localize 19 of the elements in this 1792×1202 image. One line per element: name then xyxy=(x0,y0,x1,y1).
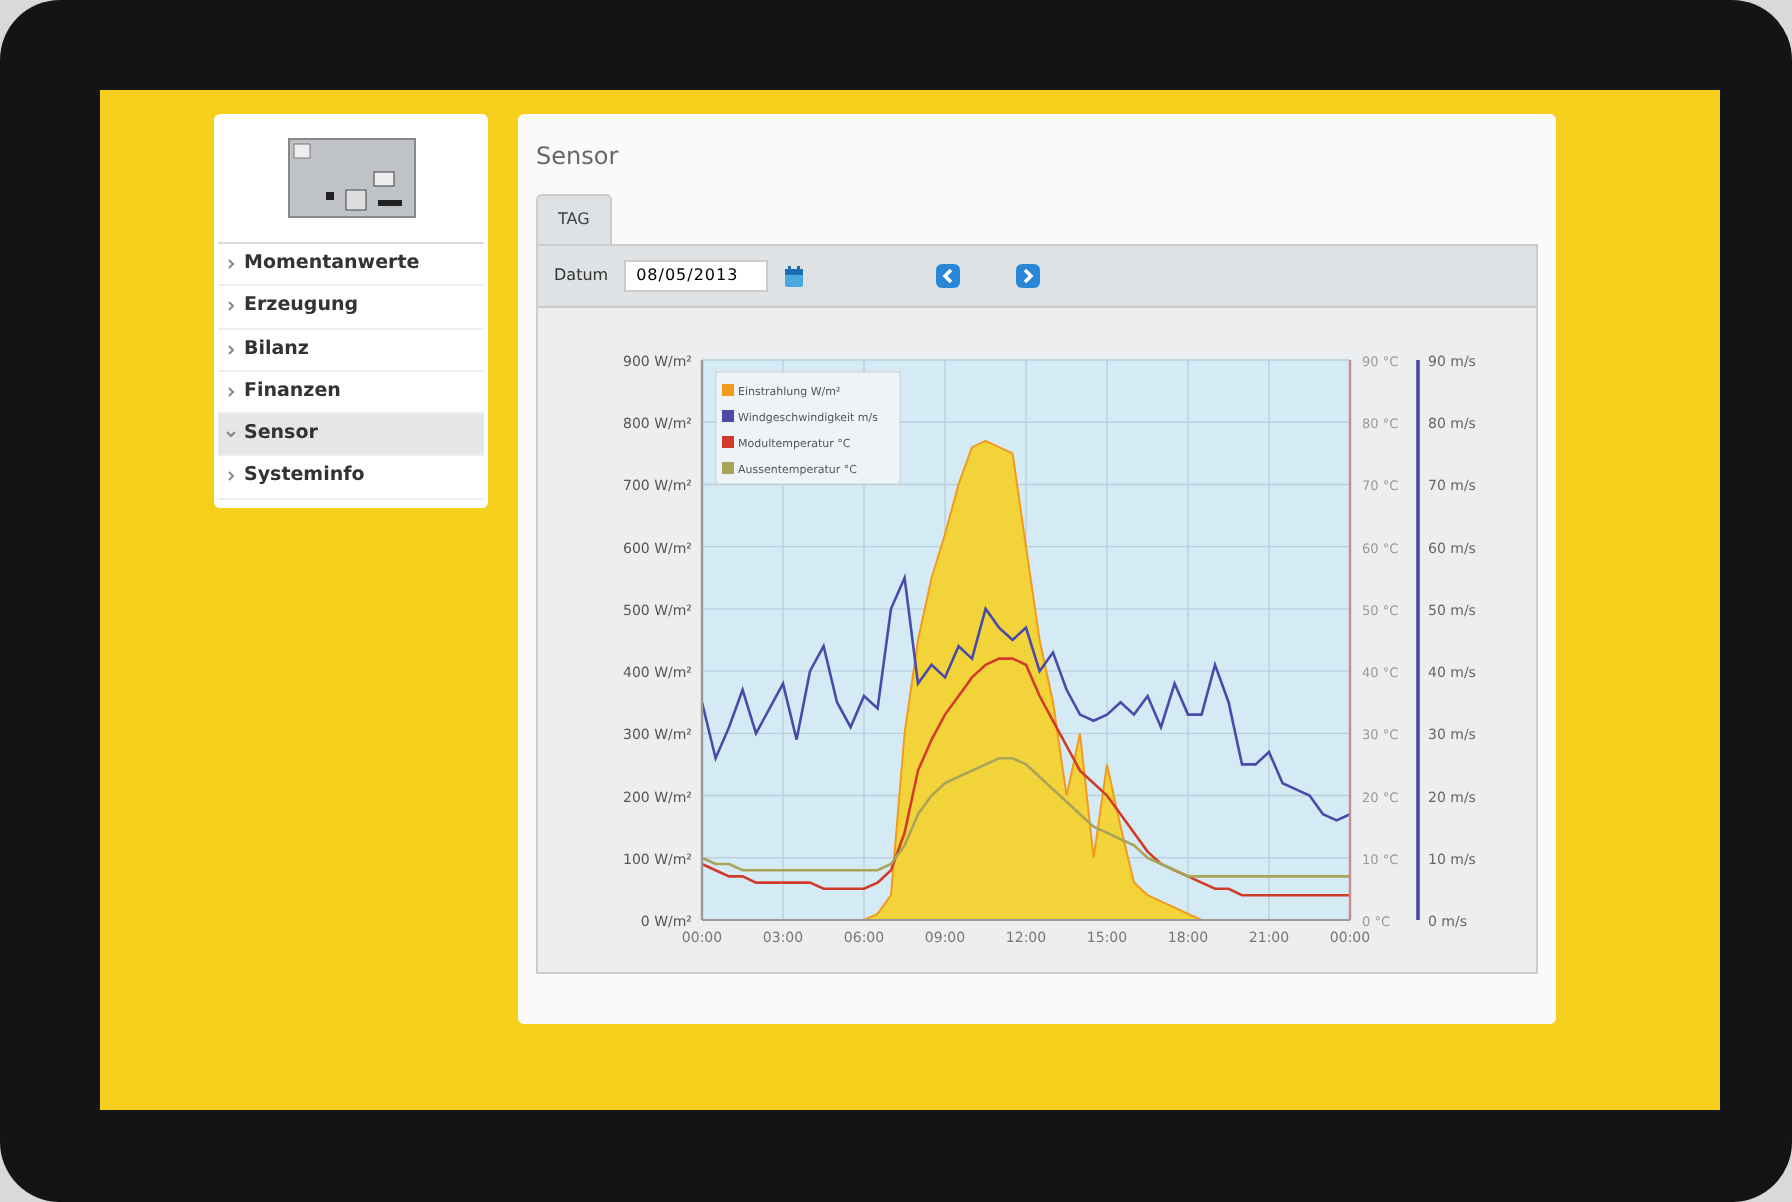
date-field[interactable]: 08/05/2013 xyxy=(624,260,769,292)
previous-button[interactable] xyxy=(936,264,961,288)
chevron-icon xyxy=(226,470,236,483)
system-thumbnail-drawing xyxy=(287,138,415,218)
chevron-icon xyxy=(226,258,236,271)
sidebar-item[interactable]: Erzeugung xyxy=(218,286,484,329)
chevron-icon xyxy=(226,428,236,441)
chevron-icon xyxy=(226,300,236,313)
sidebar-item[interactable]: Momentanwerte xyxy=(218,244,484,287)
sidebar-item[interactable]: Systeminfo xyxy=(218,456,484,499)
sidebar-item[interactable]: Sensor xyxy=(218,414,484,457)
next-button[interactable] xyxy=(1016,264,1041,288)
chevron-icon xyxy=(226,343,236,356)
chevron-icon xyxy=(226,385,236,398)
sidebar-item[interactable]: Bilanz xyxy=(218,329,484,372)
panel-title: Sensor xyxy=(536,140,621,174)
tab[interactable]: TAG xyxy=(536,194,612,244)
calendar-icon[interactable] xyxy=(784,265,805,287)
date-label: Datum xyxy=(554,264,609,288)
